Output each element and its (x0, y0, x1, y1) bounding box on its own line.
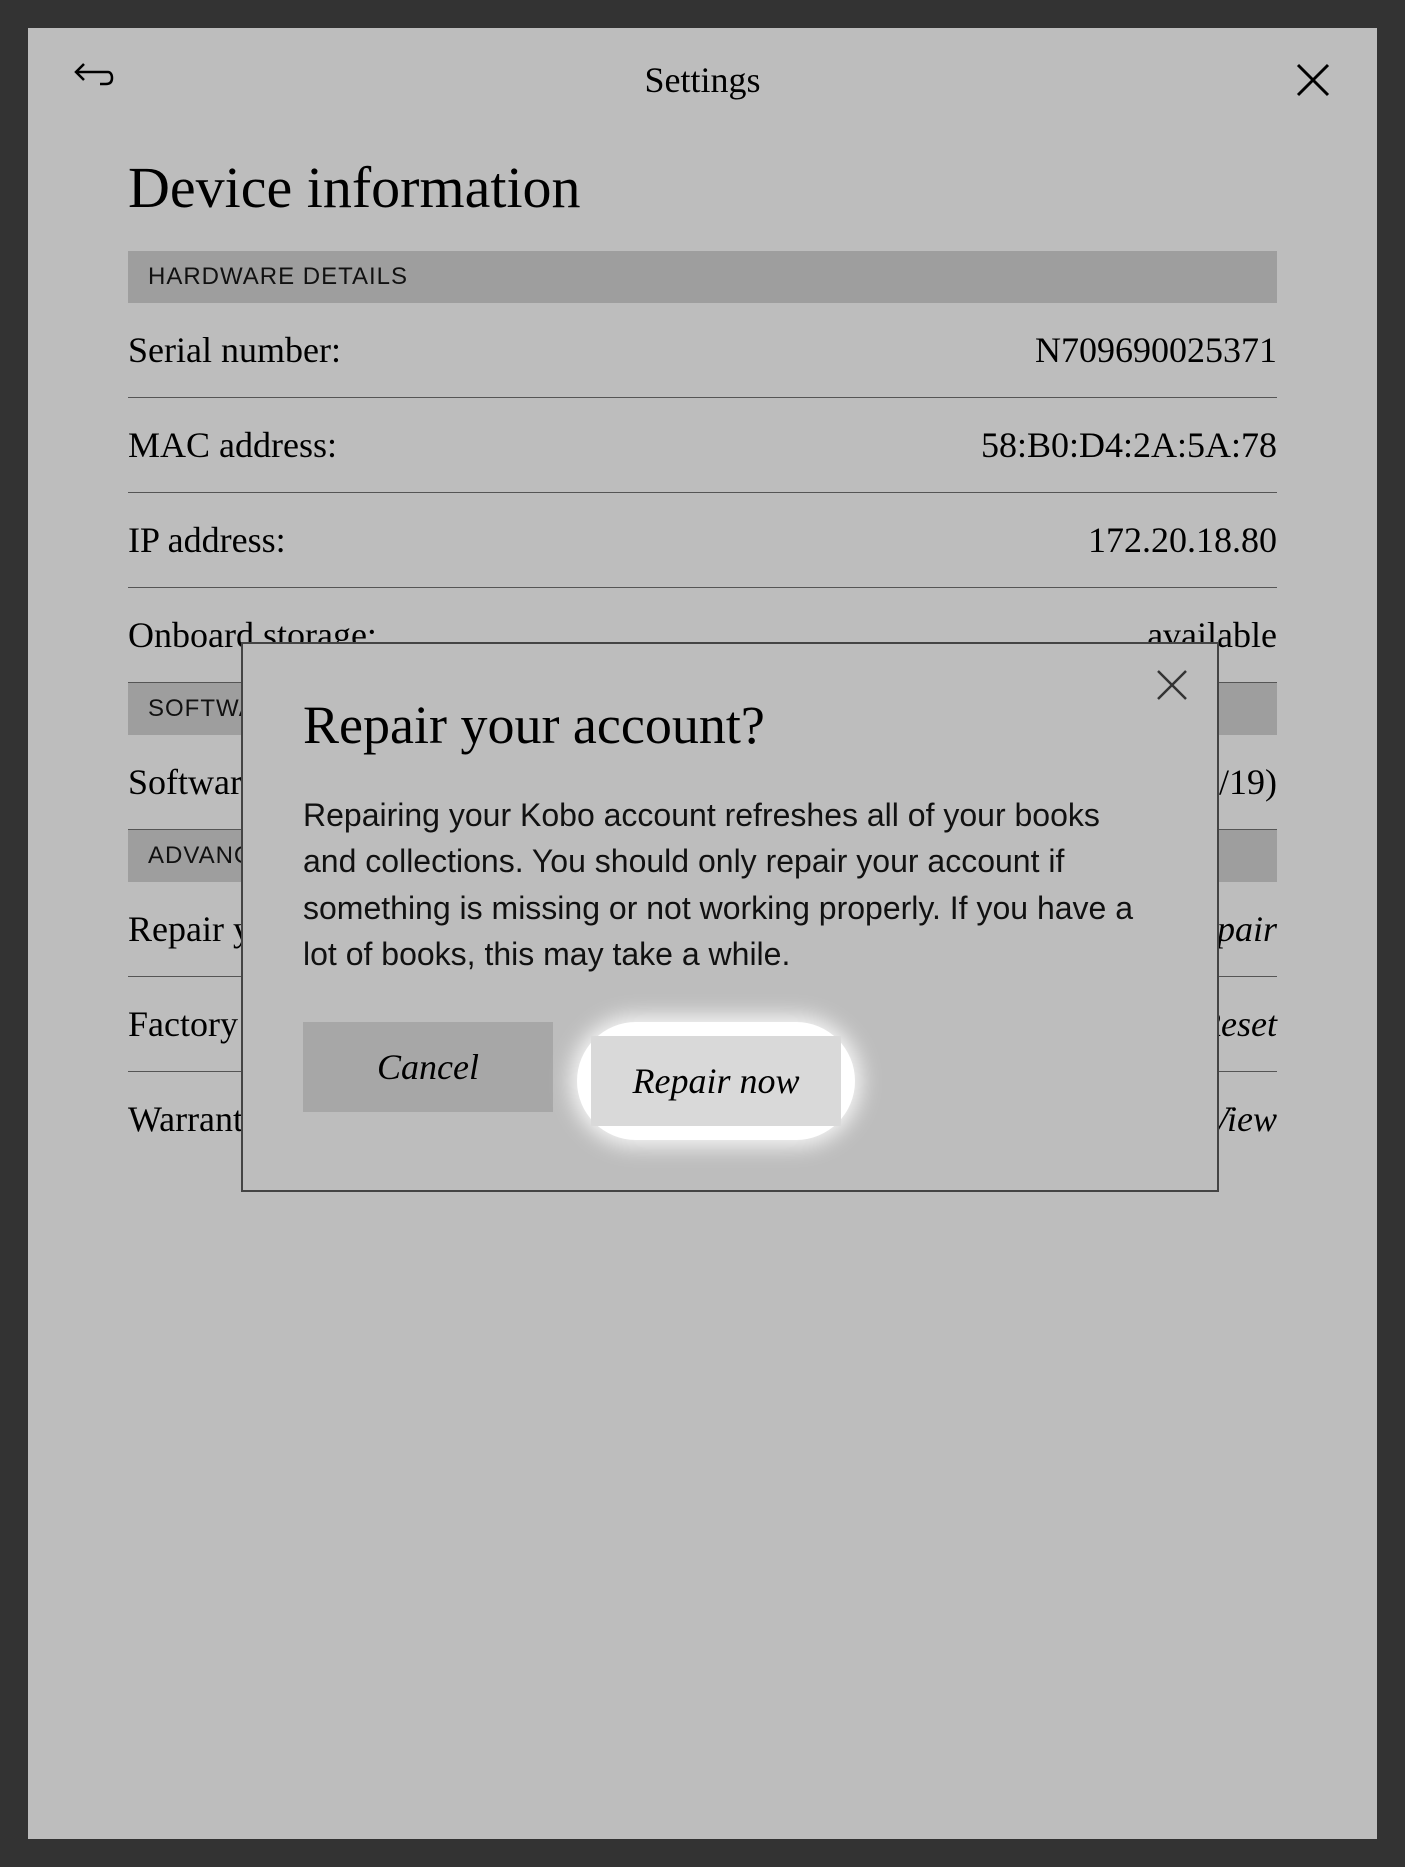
screen: Settings Device information HARDWARE DET… (28, 28, 1377, 1839)
dialog-body-text: Repairing your Kobo account refreshes al… (303, 792, 1157, 978)
repair-now-button[interactable]: Repair now (591, 1036, 841, 1126)
dialog-close-button[interactable] (1155, 668, 1189, 707)
repair-account-dialog: Repair your account? Repairing your Kobo… (241, 642, 1219, 1192)
dialog-button-row: Cancel Repair now (303, 1022, 1157, 1140)
dialog-title: Repair your account? (303, 694, 1157, 756)
repair-now-highlight: Repair now (577, 1022, 855, 1140)
device-frame: Settings Device information HARDWARE DET… (0, 0, 1405, 1867)
cancel-button[interactable]: Cancel (303, 1022, 553, 1112)
close-icon (1155, 668, 1189, 702)
